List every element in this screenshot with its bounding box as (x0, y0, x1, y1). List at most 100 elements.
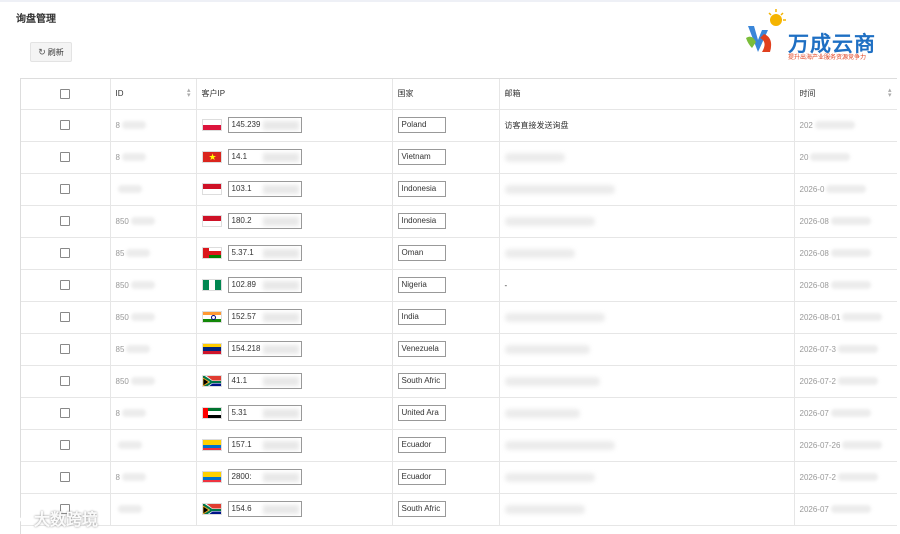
country-field[interactable]: Oman (397, 245, 446, 261)
country-field[interactable]: South Afric (397, 373, 446, 389)
country-cell: Venezuela (392, 333, 500, 366)
ip-cell: 154.6 (196, 493, 393, 526)
ip-cell: 5.37.1 (196, 237, 393, 270)
ip-field[interactable]: 5.31 (227, 405, 302, 421)
ip-cell: 145.239 (196, 109, 393, 142)
row-checkbox[interactable] (60, 472, 71, 482)
id-cell: 850 (110, 205, 197, 238)
time-redacted (826, 185, 867, 194)
table-row[interactable]: 850 41.1 South Afric 2026-07-2 (21, 365, 897, 398)
ip-field[interactable]: 157.1 (227, 437, 302, 453)
id-cell (110, 173, 197, 206)
column-header-time[interactable]: 时间 ▴ ▾ (794, 79, 897, 110)
email-redacted (504, 152, 565, 162)
email-cell (499, 397, 795, 430)
table-row[interactable]: 154.6 South Afric 2026-07 (21, 493, 897, 526)
row-select-cell (21, 269, 111, 302)
table-row[interactable]: 8 5.31 United Ara 2026-07 (21, 397, 897, 430)
table-row[interactable]: 85 5.37.1 Oman 2026-08 (21, 237, 897, 270)
country-field[interactable]: South Afric (397, 501, 446, 517)
id-redacted (121, 153, 146, 162)
sort-icon[interactable]: ▴ ▾ (187, 87, 191, 99)
email-redacted (504, 216, 595, 226)
country-field[interactable]: Vietnam (397, 149, 446, 165)
ip-field[interactable]: 41.1 (227, 373, 302, 389)
id-redacted (126, 345, 151, 354)
top-divider (0, 0, 900, 2)
country-field[interactable]: Nigeria (397, 277, 446, 293)
row-checkbox[interactable] (60, 408, 71, 418)
row-checkbox[interactable] (60, 440, 71, 450)
country-field[interactable]: Ecuador (397, 437, 446, 453)
row-checkbox[interactable] (60, 152, 71, 162)
sort-icon[interactable]: ▴ ▾ (888, 87, 892, 99)
table-row[interactable]: 8 2800: Ecuador 2026-07-2 (21, 461, 897, 494)
ip-field[interactable]: 103.1 (227, 181, 302, 197)
time-cell: 2026-0 (794, 173, 897, 206)
table-row[interactable]: 850 152.57 India 2026-08-01 (21, 301, 897, 334)
email-cell (499, 301, 795, 334)
ip-field[interactable]: 145.239 (227, 117, 302, 133)
column-header-id[interactable]: ID ▴ ▾ (110, 79, 197, 110)
row-checkbox[interactable] (60, 248, 71, 258)
refresh-icon: ↻ (38, 46, 46, 57)
email-redacted (504, 440, 615, 450)
time-text: 2026-07-26 (799, 440, 841, 450)
row-select-cell (21, 429, 111, 462)
row-checkbox[interactable] (60, 312, 71, 322)
table-row[interactable]: 157.1 Ecuador 2026-07-26 (21, 429, 897, 462)
ip-cell: 180.2 (196, 205, 393, 238)
country-cell: Ecuador (392, 429, 500, 462)
ip-redacted (262, 121, 299, 130)
row-checkbox[interactable] (60, 120, 71, 130)
id-cell: 850 (110, 269, 197, 302)
refresh-button[interactable]: ↻ 刷新 (30, 42, 72, 62)
row-checkbox[interactable] (60, 216, 71, 226)
country-field[interactable]: United Ara (397, 405, 446, 421)
table-row[interactable]: 8 145.239 Poland 访客直接发送询盘 202 (21, 109, 897, 142)
ip-field[interactable]: 180.2 (227, 213, 302, 229)
time-text: 2026-07-2 (799, 472, 836, 482)
id-cell: 85 (110, 333, 197, 366)
country-field[interactable]: Ecuador (397, 469, 446, 485)
row-checkbox[interactable] (60, 376, 71, 386)
country-field[interactable]: Poland (397, 117, 446, 133)
ip-redacted (262, 473, 299, 482)
logo: 万成云商 提升出海产业服务资源竞争力 (744, 8, 894, 64)
country-cell: Indonesia (392, 173, 500, 206)
ip-field[interactable]: 14.1 (227, 149, 302, 165)
country-field[interactable]: Indonesia (397, 213, 446, 229)
country-field[interactable]: Venezuela (397, 341, 446, 357)
country-cell: India (392, 301, 500, 334)
table-header-row: ID ▴ ▾ 客户IP 国家 邮箱 时间 ▴ ▾ (21, 79, 897, 110)
row-select-cell (21, 173, 111, 206)
time-redacted (837, 377, 878, 386)
row-checkbox[interactable] (60, 280, 71, 290)
country-field[interactable]: Indonesia (397, 181, 446, 197)
table-row[interactable]: 850 180.2 Indonesia 2026-08 (21, 205, 897, 238)
ip-cell: ★ 14.1 (196, 141, 393, 174)
email-cell (499, 365, 795, 398)
time-redacted (830, 281, 871, 290)
country-field[interactable]: India (397, 309, 446, 325)
ip-field[interactable]: 154.6 (227, 501, 302, 517)
ip-field[interactable]: 5.37.1 (227, 245, 302, 261)
ip-field[interactable]: 102.89 (227, 277, 302, 293)
email-cell (499, 141, 795, 174)
ip-field[interactable]: 154.218 (227, 341, 302, 357)
ip-redacted (262, 217, 299, 226)
row-checkbox[interactable] (60, 344, 71, 354)
row-checkbox[interactable] (60, 184, 71, 194)
email-cell (499, 173, 795, 206)
uae-flag-icon (201, 407, 222, 419)
time-text: 2026-07 (799, 408, 829, 418)
email-cell: - (499, 269, 795, 302)
table-row[interactable]: 103.1 Indonesia 2026-0 (21, 173, 897, 206)
ip-field[interactable]: 2800: (227, 469, 302, 485)
time-cell: 2026-08 (794, 237, 897, 270)
table-row[interactable]: 850 102.89 Nigeria - 2026-08 (21, 269, 897, 302)
ip-field[interactable]: 152.57 (227, 309, 302, 325)
table-row[interactable]: 85 154.218 Venezuela 2026-07-3 (21, 333, 897, 366)
select-all-checkbox[interactable] (60, 88, 71, 99)
table-row[interactable]: 8 ★ 14.1 Vietnam 20 (21, 141, 897, 174)
